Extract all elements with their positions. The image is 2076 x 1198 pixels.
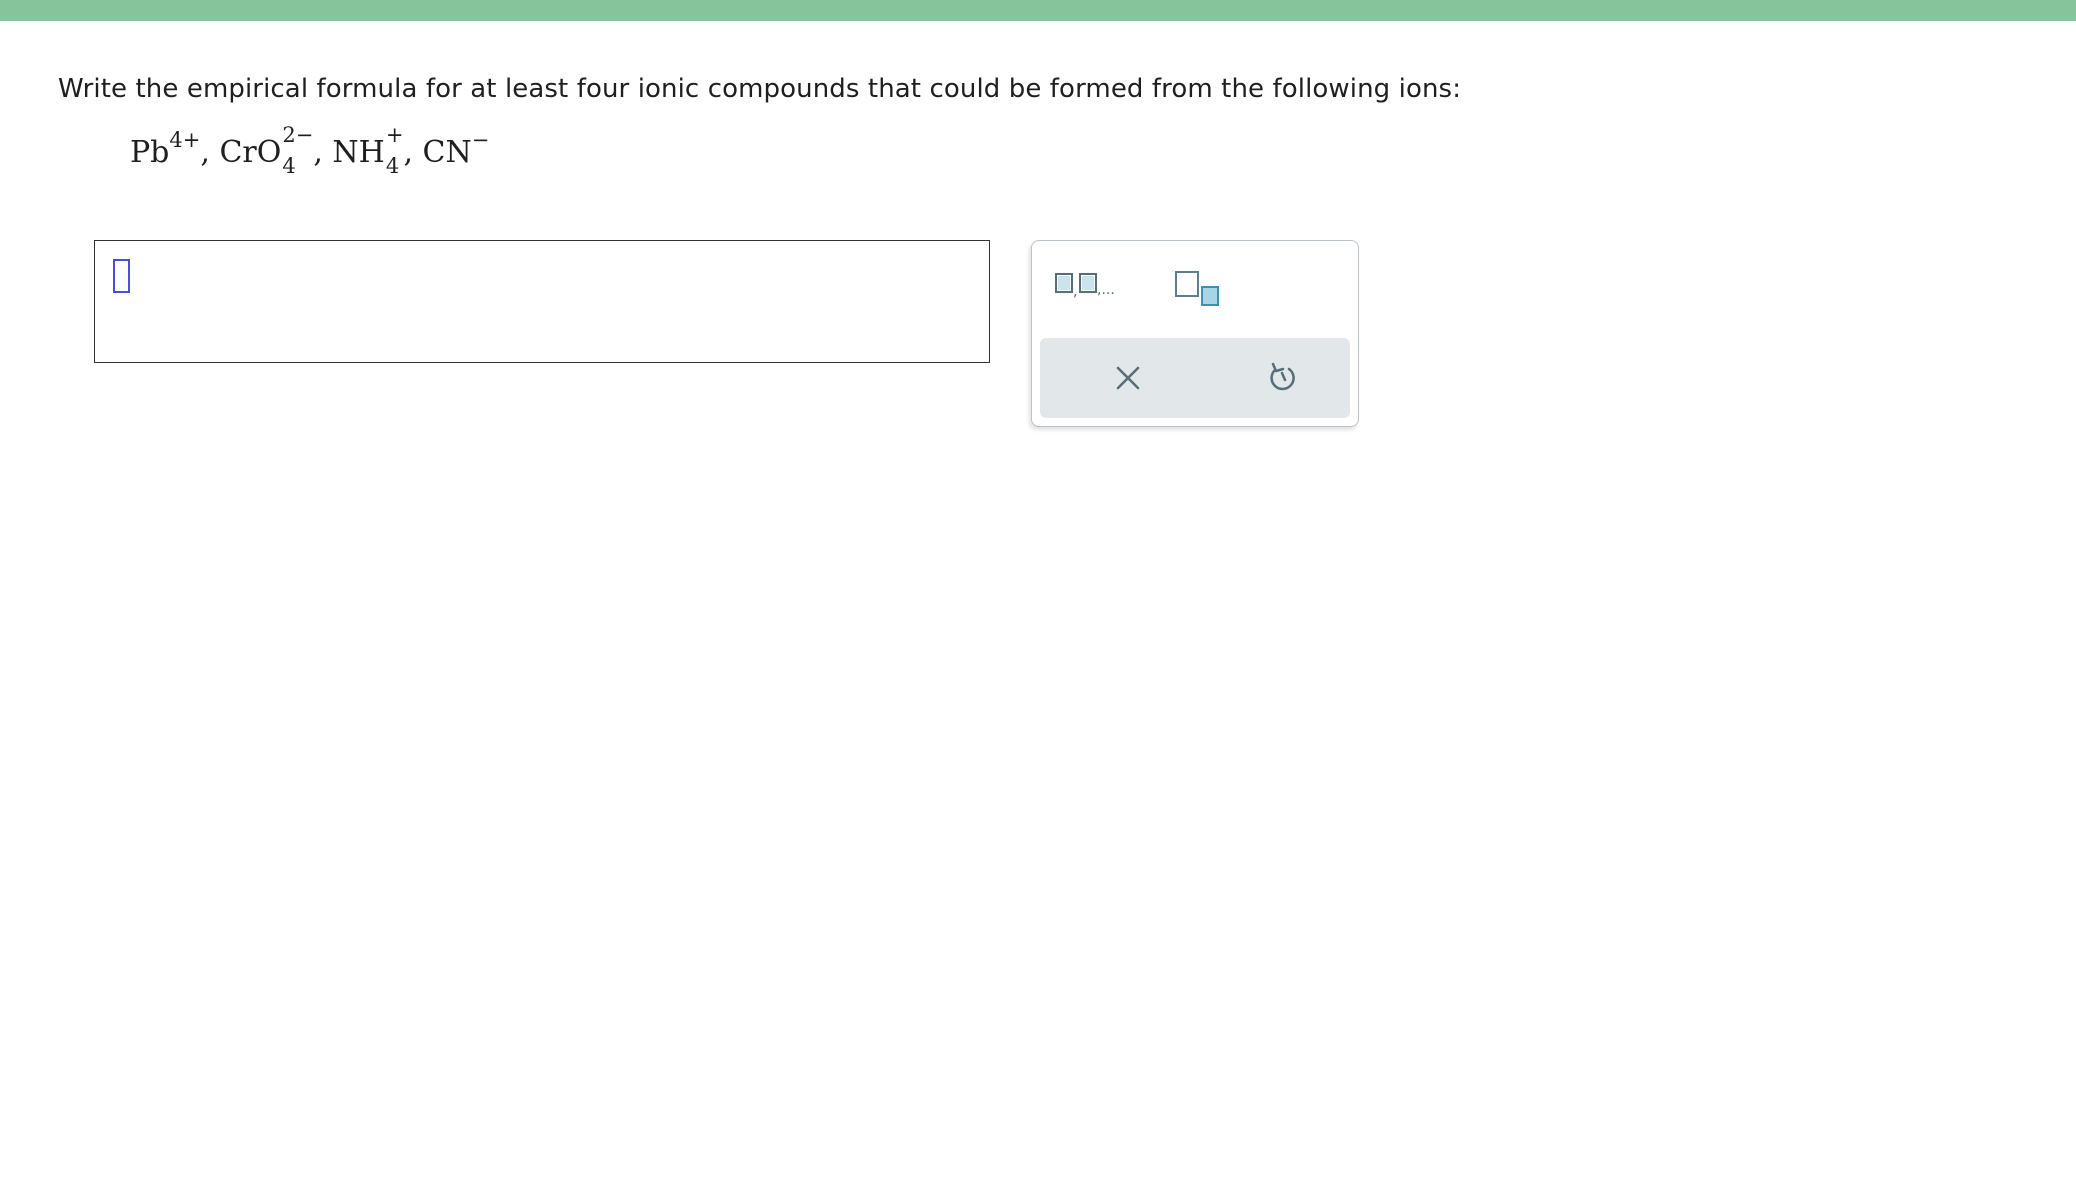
subscript-icon xyxy=(1175,271,1219,306)
comma-list-button[interactable]: , ,... xyxy=(1054,269,1124,300)
math-toolbar: , ,... xyxy=(1031,240,1359,427)
ion-cn: CN− xyxy=(422,128,490,170)
clear-button[interactable] xyxy=(1108,358,1148,398)
question-prompt: Write the empirical formula for at least… xyxy=(58,74,1462,104)
ion-list: Pb4+, CrO 2− 4, NH +4, CN− xyxy=(130,123,490,178)
ion-charge: 4+ xyxy=(169,128,201,152)
action-bar xyxy=(1040,338,1350,418)
ion-pb: Pb4+ xyxy=(130,128,201,170)
undo-icon xyxy=(1270,362,1295,391)
comma-list-icon: , ,... xyxy=(1055,273,1115,300)
input-cursor-placeholder[interactable] xyxy=(113,259,130,293)
ion-charge: − xyxy=(471,128,490,152)
x-icon xyxy=(1116,366,1140,390)
ion-nh4: NH +4 xyxy=(332,123,404,178)
ion-subscript: 4 xyxy=(385,154,400,178)
ion-subscript: 4 xyxy=(282,154,296,178)
svg-text:,: , xyxy=(1073,284,1077,299)
undo-button[interactable] xyxy=(1262,358,1302,398)
ion-charge: 2− xyxy=(282,123,314,147)
answer-input[interactable] xyxy=(94,240,990,363)
top-bar xyxy=(0,0,2076,21)
subscript-button[interactable] xyxy=(1174,269,1224,309)
ion-charge: + xyxy=(385,123,404,147)
ion-cro4: CrO 2− 4 xyxy=(219,123,314,178)
svg-text:,...: ,... xyxy=(1097,282,1115,298)
